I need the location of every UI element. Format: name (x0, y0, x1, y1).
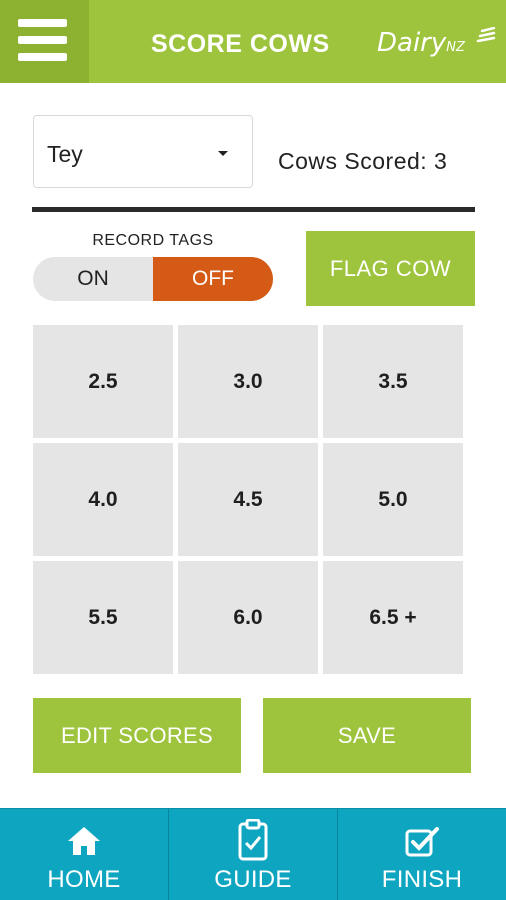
nav-finish[interactable]: FINISH (337, 809, 506, 900)
hamburger-menu-icon[interactable] (0, 0, 89, 83)
section-divider (32, 207, 475, 212)
nav-home[interactable]: HOME (0, 809, 168, 900)
score-button[interactable]: 3.0 (178, 325, 318, 438)
scorer-select[interactable]: Tey (33, 115, 253, 188)
top-app-bar: SCORE COWS DairyNZ (0, 0, 506, 83)
page-title: SCORE COWS (151, 30, 330, 58)
toggle-off-option[interactable]: OFF (153, 257, 273, 301)
cows-scored-count: Cows Scored: 3 (278, 148, 448, 174)
save-button[interactable]: SAVE (263, 698, 471, 773)
score-button[interactable]: 6.5 + (323, 561, 463, 674)
nav-guide-label: GUIDE (214, 866, 292, 893)
score-button[interactable]: 5.0 (323, 443, 463, 556)
toggle-on-option[interactable]: ON (33, 257, 153, 301)
score-button[interactable]: 6.0 (178, 561, 318, 674)
nav-guide[interactable]: GUIDE (168, 809, 337, 900)
bottom-navigation: HOME GUIDE FINISH (0, 808, 506, 900)
score-button[interactable]: 3.5 (323, 325, 463, 438)
scorer-select-value: Tey (47, 141, 83, 167)
nav-finish-label: FINISH (381, 866, 463, 893)
record-tags-toggle[interactable]: ON OFF (33, 257, 273, 301)
score-grid: 2.5 3.0 3.5 4.0 4.5 5.0 5.5 6.0 6.5 + (33, 325, 463, 674)
caret-down-icon (218, 151, 228, 156)
score-button[interactable]: 5.5 (33, 561, 173, 674)
flag-cow-button[interactable]: FLAG COW (306, 231, 475, 306)
checkbox-icon (405, 827, 439, 857)
home-icon (68, 827, 100, 855)
record-tags-label: RECORD TAGS (92, 232, 214, 249)
edit-scores-button[interactable]: EDIT SCORES (33, 698, 241, 773)
score-button[interactable]: 4.0 (33, 443, 173, 556)
score-button[interactable]: 4.5 (178, 443, 318, 556)
brand-main: Dairy (377, 28, 447, 58)
dairynz-logo: DairyNZ (377, 28, 465, 58)
brand-stripes-icon (476, 27, 496, 43)
clipboard-icon (238, 819, 268, 861)
nav-home-label: HOME (47, 866, 121, 893)
score-button[interactable]: 2.5 (33, 325, 173, 438)
brand-suffix: NZ (446, 40, 465, 55)
